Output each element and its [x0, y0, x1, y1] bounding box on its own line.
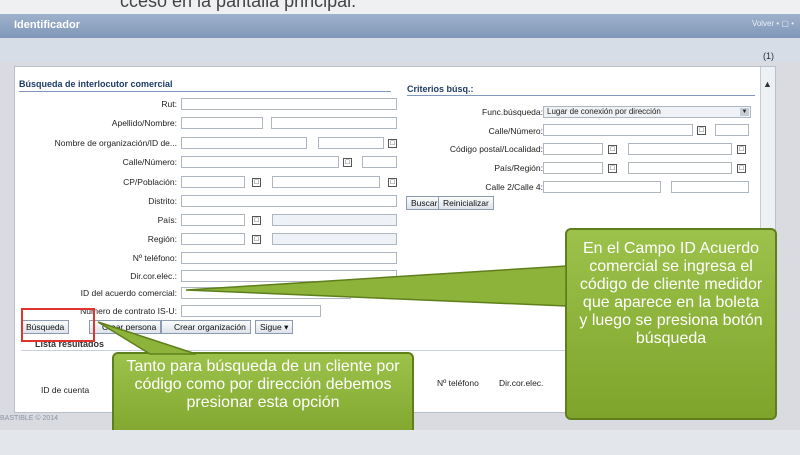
- callout-pointers: [97, 265, 567, 355]
- callout-right-pointer: [185, 265, 567, 307]
- callout-left-pointer: [97, 321, 197, 355]
- bottom-strip: [0, 430, 800, 455]
- footer-text: BASTIBLE © 2014: [0, 415, 59, 422]
